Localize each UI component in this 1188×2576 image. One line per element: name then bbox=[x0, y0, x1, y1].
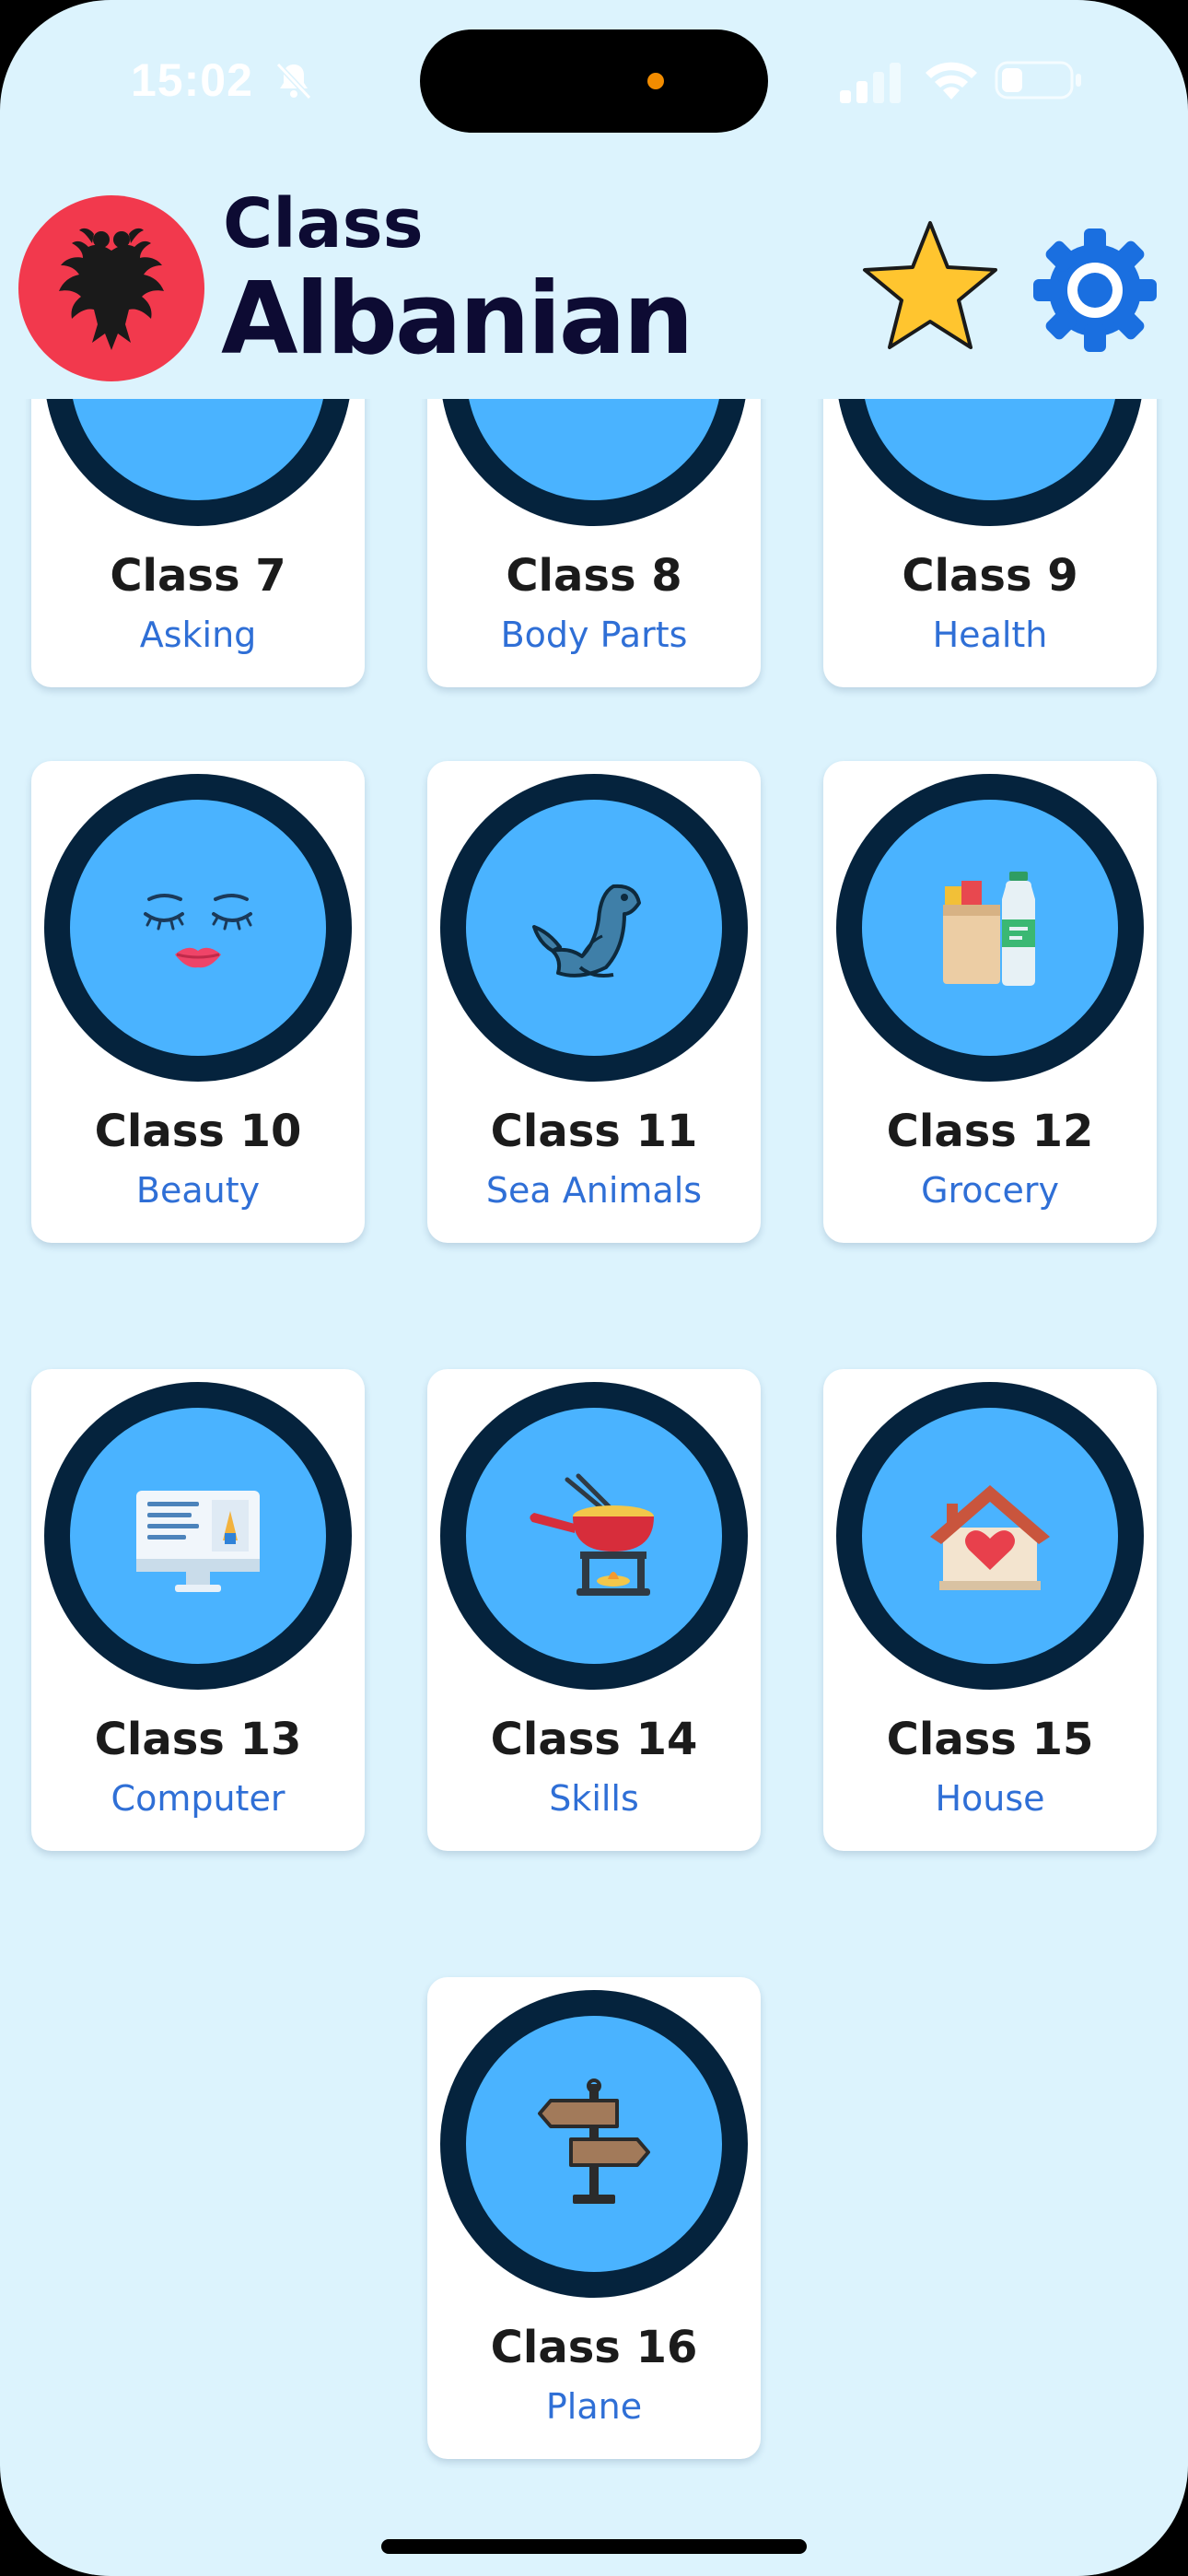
class-icon-ring bbox=[836, 1382, 1144, 1690]
class-icon-ring bbox=[440, 774, 748, 1082]
class-card-16[interactable]: Class 16 Plane bbox=[427, 1977, 761, 2459]
class-title: Class 9 bbox=[902, 550, 1078, 602]
class-subtitle: Health bbox=[932, 615, 1048, 655]
wifi-icon bbox=[926, 62, 977, 100]
class-card-8[interactable]: Class 8 Body Parts bbox=[427, 399, 761, 687]
class-title: Class 15 bbox=[886, 1714, 1094, 1765]
class-subtitle: Body Parts bbox=[500, 615, 688, 655]
gear-icon[interactable] bbox=[1031, 227, 1159, 354]
class-subtitle: Asking bbox=[139, 615, 257, 655]
class-icon-ring bbox=[44, 774, 352, 1082]
battery-icon bbox=[995, 61, 1081, 100]
class-card-14[interactable]: Class 14 Skills bbox=[427, 1369, 761, 1851]
class-title: Class 11 bbox=[490, 1106, 698, 1157]
class-title: Class 10 bbox=[94, 1106, 302, 1157]
class-icon-ring bbox=[836, 399, 1144, 526]
class-card-12[interactable]: Class 12 Grocery bbox=[823, 761, 1157, 1243]
house-heart-icon bbox=[930, 1485, 1050, 1590]
class-card-9[interactable]: Class 9 Health bbox=[823, 399, 1157, 687]
class-card-15[interactable]: Class 15 House bbox=[823, 1369, 1157, 1851]
camera-indicator bbox=[647, 73, 664, 89]
class-card-10[interactable]: Class 10 Beauty bbox=[31, 761, 365, 1243]
app-title: Albanian bbox=[221, 262, 693, 377]
class-subtitle: Sea Animals bbox=[485, 1170, 703, 1211]
class-title: Class 7 bbox=[110, 550, 286, 602]
home-indicator[interactable] bbox=[381, 2539, 807, 2554]
class-card-13[interactable]: Class 13 Computer bbox=[31, 1369, 365, 1851]
signpost-icon bbox=[538, 2078, 650, 2204]
class-grid[interactable]: Class 7 Asking Class 8 Body Parts Class … bbox=[0, 399, 1188, 2576]
class-icon-ring bbox=[44, 399, 352, 526]
class-title: Class 12 bbox=[886, 1106, 1094, 1157]
status-time: 15:02 bbox=[131, 54, 253, 106]
class-icon-ring bbox=[44, 1382, 352, 1690]
face-makeup-icon bbox=[144, 894, 252, 968]
class-subtitle: House bbox=[935, 1778, 1045, 1819]
class-title: Class 13 bbox=[94, 1714, 302, 1765]
star-icon[interactable] bbox=[856, 216, 1004, 359]
class-icon-ring bbox=[440, 1382, 748, 1690]
class-title: Class 8 bbox=[506, 550, 682, 602]
class-card-11[interactable]: Class 11 Sea Animals bbox=[427, 761, 761, 1243]
app-title-prefix: Class bbox=[223, 184, 424, 263]
class-card-7[interactable]: Class 7 Asking bbox=[31, 399, 365, 687]
class-title: Class 16 bbox=[490, 2322, 698, 2373]
dynamic-island bbox=[420, 29, 768, 133]
app-screen: 15:02 Class Albanian Class 7 Asking Clas… bbox=[0, 0, 1188, 2576]
bell-slash-icon bbox=[275, 62, 312, 100]
class-icon-ring bbox=[440, 399, 748, 526]
class-subtitle: Plane bbox=[545, 2386, 643, 2427]
double-headed-eagle-icon bbox=[59, 228, 164, 350]
fondue-pot-icon bbox=[530, 1473, 654, 1596]
albania-flag-icon[interactable] bbox=[18, 195, 204, 381]
class-subtitle: Beauty bbox=[135, 1170, 261, 1211]
computer-monitor-icon bbox=[136, 1491, 260, 1592]
signal-icon bbox=[840, 63, 901, 103]
seal-icon bbox=[532, 884, 641, 978]
class-subtitle: Computer bbox=[111, 1778, 285, 1819]
class-icon-ring bbox=[440, 1990, 748, 2298]
class-title: Class 14 bbox=[490, 1714, 698, 1765]
class-icon-ring bbox=[836, 774, 1144, 1082]
class-subtitle: Grocery bbox=[921, 1170, 1059, 1211]
class-subtitle: Skills bbox=[549, 1778, 639, 1819]
grocery-bag-icon bbox=[943, 872, 1035, 986]
